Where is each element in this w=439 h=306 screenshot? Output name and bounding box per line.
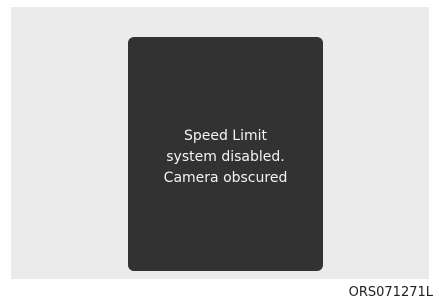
- cluster-display-screen: Speed Limit system disabled. Camera obsc…: [128, 37, 323, 271]
- message-line-2: system disabled.: [166, 148, 285, 165]
- figure-code-label: ORS071271L: [348, 285, 433, 300]
- warning-message: Speed Limit system disabled. Camera obsc…: [164, 126, 288, 189]
- figure: Speed Limit system disabled. Camera obsc…: [0, 0, 439, 306]
- message-line-3: Camera obscured: [163, 169, 288, 186]
- message-line-1: Speed Limit: [183, 127, 268, 144]
